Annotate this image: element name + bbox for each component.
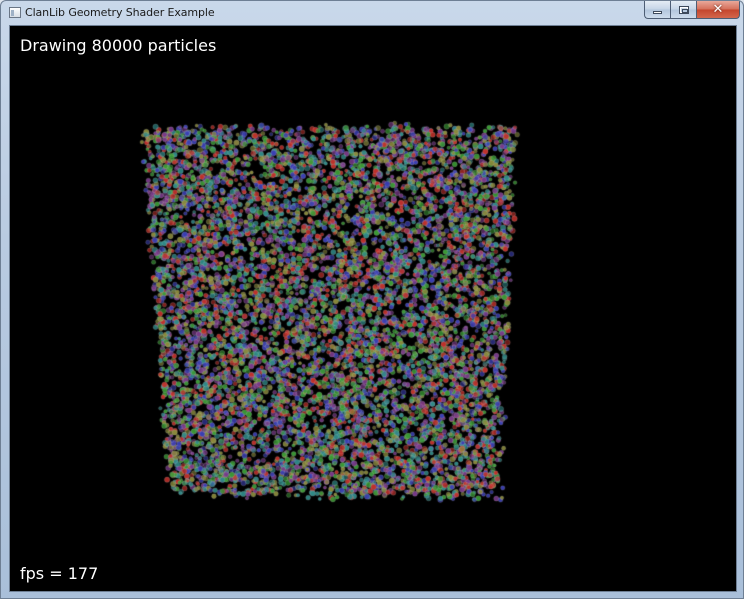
fps-label: fps = 177 bbox=[20, 564, 99, 583]
application-window: ClanLib Geometry Shader Example ✕ Drawin… bbox=[0, 0, 744, 599]
particle-cloud bbox=[10, 26, 736, 591]
close-icon: ✕ bbox=[712, 1, 724, 17]
app-window-icon[interactable] bbox=[9, 7, 21, 18]
minimize-button[interactable] bbox=[644, 1, 670, 19]
particle-count-label: Drawing 80000 particles bbox=[20, 36, 217, 55]
window-title: ClanLib Geometry Shader Example bbox=[25, 6, 215, 19]
maximize-button[interactable] bbox=[670, 1, 696, 19]
title-bar[interactable]: ClanLib Geometry Shader Example ✕ bbox=[1, 1, 743, 25]
close-button[interactable]: ✕ bbox=[696, 1, 740, 19]
minimize-icon bbox=[653, 11, 662, 14]
caption-buttons: ✕ bbox=[644, 1, 740, 19]
maximize-icon bbox=[678, 5, 689, 14]
render-viewport[interactable]: Drawing 80000 particles fps = 177 bbox=[9, 25, 737, 592]
